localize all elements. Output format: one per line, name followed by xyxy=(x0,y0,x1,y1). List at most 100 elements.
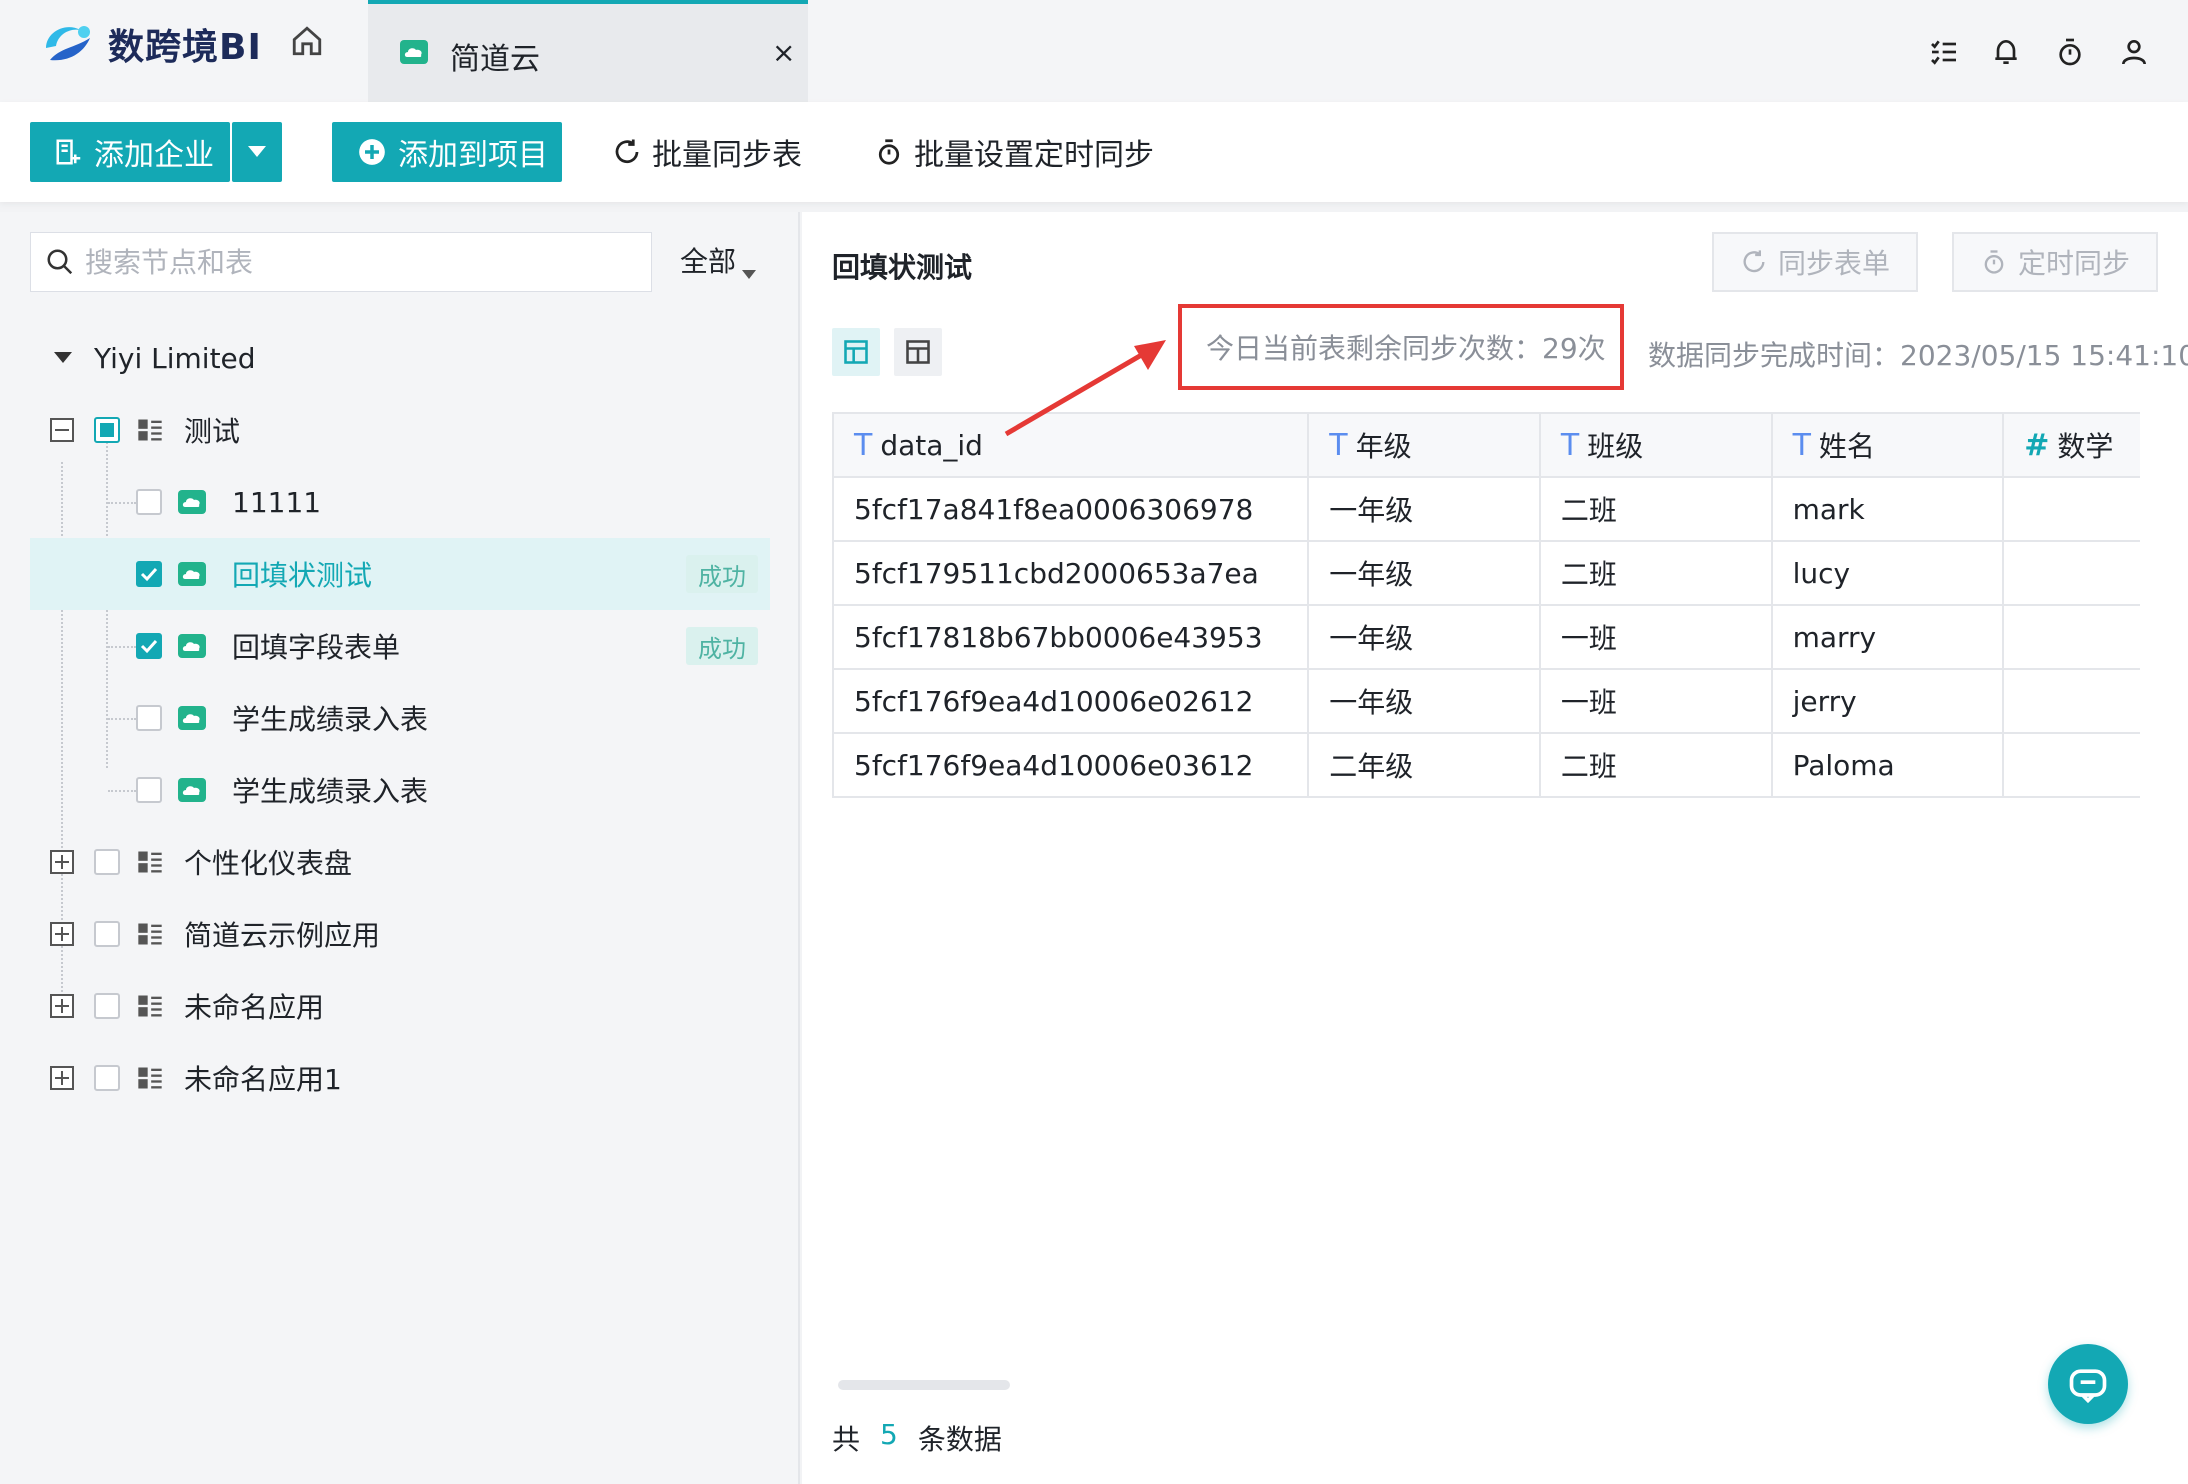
cell-grade: 一年级 xyxy=(1309,670,1541,734)
cell-grade: 一年级 xyxy=(1309,606,1541,670)
tree-root-yiyi-limited[interactable]: Yiyi Limited xyxy=(30,322,770,394)
tree-leaf-backfill-test[interactable]: 回填状测试 成功 xyxy=(30,538,770,610)
tree-leaf-student-scores[interactable]: 学生成绩录入表 xyxy=(30,682,770,754)
table-row[interactable]: 5fcf17818b67bb0006e43953 一年级 一班 marry xyxy=(834,606,2141,670)
chat-support-button[interactable] xyxy=(2048,1344,2128,1424)
node-checkbox-checked[interactable] xyxy=(136,633,162,659)
search-input[interactable] xyxy=(85,245,625,279)
field-layout-icon xyxy=(906,340,930,364)
horizontal-scrollbar[interactable] xyxy=(838,1380,1010,1390)
column-header-grade[interactable]: T 年级 xyxy=(1309,414,1541,478)
table-row[interactable]: 5fcf176f9ea4d10006e03612 二年级 二班 Paloma xyxy=(834,734,2141,798)
text-type-icon: T xyxy=(1560,427,1580,463)
tree-node-dashboard[interactable]: 个性化仪表盘 xyxy=(30,826,770,898)
tree-leaf-label: 回填状测试 xyxy=(232,559,373,592)
column-header-class[interactable]: T 班级 xyxy=(1540,414,1773,478)
schedule-sync-button[interactable]: 定时同步 xyxy=(1952,232,2158,292)
success-badge: 成功 xyxy=(686,555,758,593)
table-row[interactable]: 5fcf176f9ea4d10006e02612 一年级 一班 jerry xyxy=(834,670,2141,734)
cell-class: 一班 xyxy=(1540,670,1773,734)
tree-leaf-backfill-form[interactable]: 回填字段表单 成功 xyxy=(30,610,770,682)
logo-text: 数跨境BI xyxy=(108,27,262,68)
app-grid-icon xyxy=(138,923,162,945)
add-enterprise-button[interactable]: 添加企业 xyxy=(30,122,230,182)
column-header-name[interactable]: T 姓名 xyxy=(1772,414,2005,478)
batch-sync-button[interactable]: 批量同步表 xyxy=(612,122,802,182)
tree-node-unnamed-app-1[interactable]: 未命名应用1 xyxy=(30,1042,770,1114)
node-checkbox[interactable] xyxy=(94,849,120,875)
cell-class: 二班 xyxy=(1540,734,1773,798)
cell-math xyxy=(2004,606,2141,670)
tree-leaf-label: 11111 xyxy=(232,485,322,519)
filter-select[interactable]: 全部 xyxy=(680,240,757,280)
success-badge: 成功 xyxy=(686,627,758,665)
expand-icon[interactable] xyxy=(50,1066,74,1090)
tree-node-test[interactable]: 测试 xyxy=(30,394,770,466)
expand-icon[interactable] xyxy=(50,922,74,946)
stopwatch-icon xyxy=(878,139,900,165)
node-checkbox[interactable] xyxy=(136,705,162,731)
user-icon[interactable] xyxy=(2118,36,2150,68)
expand-icon[interactable] xyxy=(50,994,74,1018)
tree-node-label: 测试 xyxy=(184,415,241,448)
table-header-row: T data_id T 年级 T 班级 T 姓名 # 数学 xyxy=(834,414,2141,478)
tree-node-unnamed-app[interactable]: 未命名应用 xyxy=(30,970,770,1042)
collapse-icon[interactable] xyxy=(50,418,74,442)
cloud-form-icon xyxy=(178,490,206,514)
node-checkbox[interactable] xyxy=(94,1065,120,1091)
text-type-icon: T xyxy=(1329,427,1348,463)
record-count-prefix: 共 xyxy=(832,1423,861,1456)
timer-icon[interactable] xyxy=(2054,36,2086,68)
cell-data-id: 5fcf17a841f8ea0006306978 xyxy=(834,478,1310,542)
add-to-project-button[interactable]: 添加到项目 xyxy=(332,122,562,182)
node-checkbox[interactable] xyxy=(136,777,162,803)
sync-form-button[interactable]: 同步表单 xyxy=(1712,232,1918,292)
cell-data-id: 5fcf176f9ea4d10006e02612 xyxy=(834,670,1310,734)
table-view-toggle[interactable] xyxy=(832,328,880,376)
app-grid-icon xyxy=(138,419,162,441)
cell-grade: 一年级 xyxy=(1309,478,1541,542)
caret-down-icon xyxy=(248,146,266,157)
home-icon[interactable] xyxy=(290,24,324,58)
cell-class: 二班 xyxy=(1540,542,1773,606)
tree-leaf-label: 学生成绩录入表 xyxy=(232,775,429,808)
column-label: 姓名 xyxy=(1818,430,1875,463)
cell-data-id: 5fcf179511cbd2000653a7ea xyxy=(834,542,1310,606)
tree-leaf-student-scores-2[interactable]: 学生成绩录入表 xyxy=(30,754,770,826)
field-view-toggle[interactable] xyxy=(894,328,942,376)
node-checkbox-checked[interactable] xyxy=(136,561,162,587)
column-header-math[interactable]: # 数学 xyxy=(2004,414,2141,478)
table-row[interactable]: 5fcf17a841f8ea0006306978 一年级 二班 mark xyxy=(834,478,2141,542)
add-enterprise-dropdown[interactable] xyxy=(232,122,282,182)
filter-label: 全部 xyxy=(680,245,737,278)
node-checkbox[interactable] xyxy=(94,993,120,1019)
node-checkbox[interactable] xyxy=(94,417,120,443)
enterprise-icon xyxy=(56,139,81,165)
batch-schedule-button[interactable]: 批量设置定时同步 xyxy=(874,122,1154,182)
node-checkbox[interactable] xyxy=(94,921,120,947)
record-count: 共 5 条数据 xyxy=(832,1418,1002,1458)
tree-node-sample-app[interactable]: 简道云示例应用 xyxy=(30,898,770,970)
cell-class: 一班 xyxy=(1540,606,1773,670)
table-row[interactable]: 5fcf179511cbd2000653a7ea 一年级 二班 lucy xyxy=(834,542,2141,606)
app-grid-icon xyxy=(138,995,162,1017)
node-checkbox[interactable] xyxy=(136,489,162,515)
tab-jiandaoyun[interactable]: 简道云 × xyxy=(368,0,808,102)
table-detail-panel: 回填状测试 同步表单 定时同步 今日当前表剩余同步次数：29次 数据同步完成时间… xyxy=(802,212,2188,1484)
caret-down-icon xyxy=(54,352,72,363)
task-list-icon[interactable] xyxy=(1928,36,1960,68)
expand-icon[interactable] xyxy=(50,850,74,874)
data-table: T data_id T 年级 T 班级 T 姓名 # 数学 5fcf17a841… xyxy=(832,412,2141,798)
app-grid-icon xyxy=(138,851,162,873)
tab-close-button[interactable]: × xyxy=(772,36,795,69)
tree-node-label: 简道云示例应用 xyxy=(184,919,381,952)
search-box xyxy=(30,232,652,292)
stopwatch-icon xyxy=(1984,250,2004,274)
tree-leaf-11111[interactable]: 11111 xyxy=(30,466,770,538)
column-header-data-id[interactable]: T data_id xyxy=(834,414,1310,478)
bell-icon[interactable] xyxy=(1990,36,2022,68)
app-logo[interactable]: 数跨境BI xyxy=(40,14,262,74)
cell-grade: 二年级 xyxy=(1309,734,1541,798)
tree-leaf-label: 学生成绩录入表 xyxy=(232,703,429,736)
sync-form-label: 同步表单 xyxy=(1777,247,1890,280)
